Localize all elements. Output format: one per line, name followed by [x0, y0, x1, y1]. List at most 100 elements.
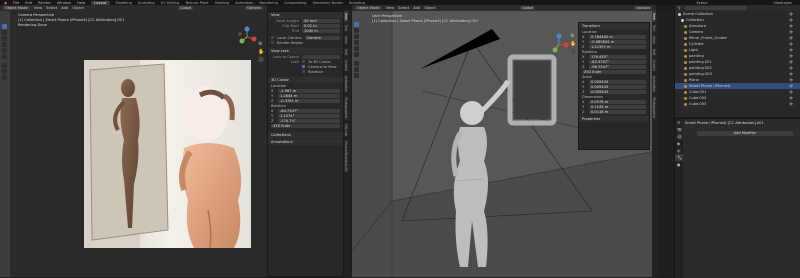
cursor-rot-x[interactable]: -64.7347°: [278, 108, 340, 113]
select-box-tool-icon[interactable]: [2, 24, 7, 29]
cursor-rot-z[interactable]: -174.74°: [278, 118, 340, 123]
scale-tool-icon[interactable]: [2, 48, 7, 53]
right-rotate-tool-icon[interactable]: [354, 40, 359, 45]
tab-compositing[interactable]: Compositing: [284, 1, 307, 5]
blender-logo-icon[interactable]: ◉: [4, 1, 7, 5]
left-menu-view[interactable]: View: [34, 6, 43, 10]
lock-3d-cursor-checkbox[interactable]: [302, 60, 305, 63]
camera-to-view-checkbox[interactable]: [302, 65, 305, 68]
right-move-tool-icon[interactable]: [354, 34, 359, 39]
transform-loc-x[interactable]: 0.764483 m: [589, 34, 646, 39]
tab-edit-left[interactable]: Edit: [344, 47, 348, 59]
visibility-eye-icon[interactable]: 👁: [789, 24, 793, 28]
measure-tool-icon[interactable]: [2, 69, 7, 74]
tab-modeling[interactable]: Modeling: [116, 1, 132, 5]
right-options-button[interactable]: Options: [634, 6, 652, 10]
tab-geometry-nodes[interactable]: Geometry Nodes: [312, 1, 342, 5]
tab-scripting[interactable]: Scripting: [349, 1, 365, 5]
right-add-cube-tool-icon[interactable]: [354, 73, 359, 78]
tab-animation[interactable]: Animation: [235, 1, 253, 5]
transform-rot-x[interactable]: 176.435°: [589, 54, 646, 59]
tab-rendering[interactable]: Rendering: [260, 1, 278, 5]
local-camera-checkbox[interactable]: [271, 36, 274, 39]
material-properties-icon[interactable]: ●: [675, 161, 683, 168]
menu-window[interactable]: Window: [57, 1, 71, 5]
world-properties-icon[interactable]: ◍: [675, 147, 683, 154]
left-menu-object[interactable]: Object: [72, 6, 84, 10]
visibility-eye-icon[interactable]: 👁: [789, 84, 793, 88]
left-menu-add[interactable]: Add: [61, 6, 68, 10]
right-annotate-tool-icon[interactable]: [354, 61, 359, 66]
collections-panel-header[interactable]: Collections: [268, 132, 343, 138]
tab-view-right[interactable]: View: [652, 34, 656, 48]
visibility-eye-icon[interactable]: 👁: [789, 42, 793, 46]
right-transform-tool-icon[interactable]: [354, 52, 359, 57]
transform-dim-x[interactable]: 0.0578 m: [589, 99, 646, 104]
visibility-eye-icon[interactable]: 👁: [789, 96, 793, 100]
annotations-panel-header[interactable]: Annotations: [268, 139, 343, 145]
visibility-eye-icon[interactable]: 👁: [789, 30, 793, 34]
tab-edit-right[interactable]: Edit: [652, 47, 656, 59]
scene-properties-icon[interactable]: ◆: [675, 140, 683, 147]
tab-texture-paint[interactable]: Texture Paint: [185, 1, 208, 5]
tab-uv-editing[interactable]: UV Editing: [161, 1, 180, 5]
rotation-lock-checkbox[interactable]: [302, 70, 305, 73]
output-properties-icon[interactable]: 🖨: [675, 133, 683, 140]
right-zoom-icon[interactable]: ⊕: [570, 33, 574, 39]
render-properties-icon[interactable]: 📷: [675, 126, 683, 133]
annotate-tool-icon[interactable]: [2, 63, 7, 68]
right-menu-add[interactable]: Add: [413, 6, 420, 10]
right-menu-select[interactable]: Select: [398, 6, 409, 10]
tab-view-left[interactable]: View: [344, 34, 348, 48]
tab-tool-left[interactable]: Tool: [344, 23, 348, 35]
modifier-properties-icon[interactable]: 🔧: [675, 154, 683, 161]
add-modifier-button[interactable]: Add Modifier: [697, 131, 793, 136]
right-scale-tool-icon[interactable]: [354, 46, 359, 51]
transform-scale-y[interactable]: 0.009443: [589, 84, 646, 89]
tab-animation-left[interactable]: Animation: [344, 73, 348, 96]
tab-manuelbastionilab-left[interactable]: ManuelBastioniLAB: [344, 138, 348, 175]
left-pan-icon[interactable]: ✋: [258, 49, 264, 55]
visibility-eye-icon[interactable]: 👁: [789, 78, 793, 82]
transform-dim-z[interactable]: 0.0118 m: [589, 109, 646, 114]
transform-scale-x[interactable]: 0.009443: [589, 79, 646, 84]
right-select-box-tool-icon[interactable]: [354, 22, 359, 27]
menu-file[interactable]: File: [13, 1, 19, 5]
visibility-eye-icon[interactable]: 👁: [789, 72, 793, 76]
outliner-filter-icon[interactable]: ⚲: [678, 6, 681, 10]
right-cursor-tool-icon[interactable]: [354, 28, 359, 33]
visibility-eye-icon[interactable]: 👁: [789, 54, 793, 58]
menu-help[interactable]: Help: [77, 1, 85, 5]
left-menu-select[interactable]: Select: [46, 6, 57, 10]
right-pan-icon[interactable]: ✋: [570, 41, 576, 47]
tab-item-left[interactable]: Item: [344, 11, 348, 24]
cursor-loc-x[interactable]: -1.967 m: [278, 88, 340, 93]
move-tool-icon[interactable]: [2, 36, 7, 41]
cursor-loc-y[interactable]: 1.2844 m: [278, 93, 340, 98]
clip-start-field[interactable]: 0.01 m: [302, 23, 340, 28]
right-navigation-gizmo[interactable]: [548, 33, 570, 55]
visibility-eye-icon[interactable]: 👁: [789, 66, 793, 70]
tab-tool-right[interactable]: Tool: [652, 23, 656, 35]
cursor-rotation-mode[interactable]: XYZ Euler: [271, 123, 340, 128]
transform-tool-icon[interactable]: [2, 54, 7, 59]
right-mode-dropdown[interactable]: Object Mode: [355, 6, 382, 10]
right-camera-icon[interactable]: 🎥: [570, 49, 576, 55]
left-transform-orientation[interactable]: Global: [177, 6, 194, 10]
visibility-eye-icon[interactable]: 👁: [789, 12, 793, 16]
outliner-search-input[interactable]: [684, 6, 747, 10]
right-measure-tool-icon[interactable]: [354, 67, 359, 72]
left-navigation-gizmo[interactable]: [236, 26, 258, 48]
tab-create-right[interactable]: Create: [652, 58, 656, 74]
view-layer-selector[interactable]: ViewLayer: [773, 1, 792, 5]
right-menu-view[interactable]: View: [386, 6, 395, 10]
scene-selector[interactable]: Scene: [696, 1, 707, 5]
cursor-loc-z[interactable]: -0.3761 m: [278, 98, 340, 103]
tab-create-left[interactable]: Create: [344, 58, 348, 74]
tab-photographer-left[interactable]: Photographer: [344, 95, 348, 122]
menu-edit[interactable]: Edit: [25, 1, 32, 5]
rotate-tool-icon[interactable]: [2, 42, 7, 47]
lock-to-object-field[interactable]: [302, 54, 340, 59]
right-menu-object[interactable]: Object: [424, 6, 436, 10]
tab-animation-right[interactable]: Animation: [652, 73, 656, 96]
